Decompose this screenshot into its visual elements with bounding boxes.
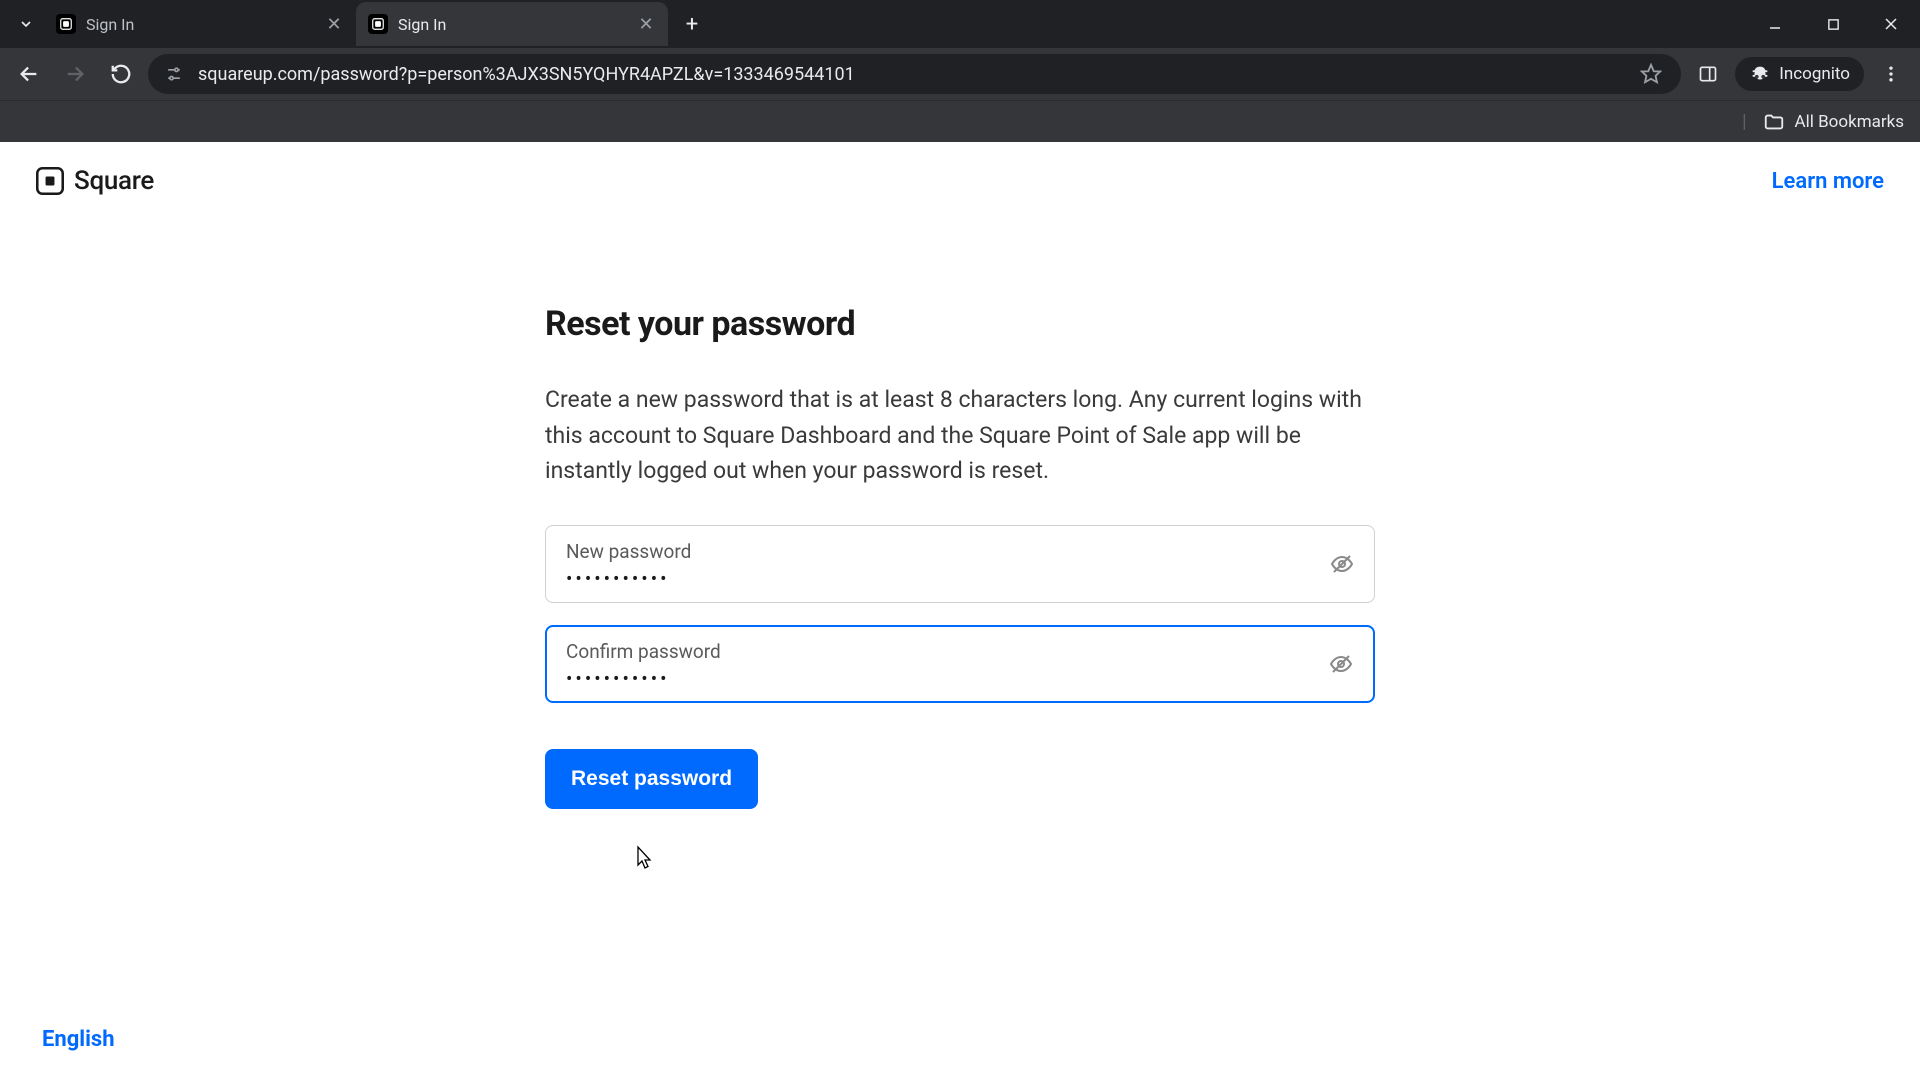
page-header: Square Learn more xyxy=(0,142,1920,214)
window-maximize-button[interactable] xyxy=(1804,0,1862,48)
tab-favicon-icon xyxy=(56,14,76,34)
browser-tab-active[interactable]: Sign In ✕ xyxy=(356,2,668,46)
show-password-icon[interactable] xyxy=(1328,550,1356,578)
reset-password-button[interactable]: Reset password xyxy=(545,749,758,809)
url-text: squareup.com/password?p=person%3AJX3SN5Y… xyxy=(198,64,1623,85)
tab-close-icon[interactable]: ✕ xyxy=(636,14,656,34)
site-settings-icon[interactable] xyxy=(164,64,184,84)
instruction-text: Create a new password that is at least 8… xyxy=(545,382,1375,489)
page-content: Square Learn more Reset your password Cr… xyxy=(0,142,1920,1080)
reset-password-form: Reset your password Create a new passwor… xyxy=(545,304,1375,809)
browser-chrome: Sign In ✕ Sign In ✕ + xyxy=(0,0,1920,142)
new-tab-button[interactable]: + xyxy=(674,6,710,42)
window-close-button[interactable] xyxy=(1862,0,1920,48)
tab-favicon-icon xyxy=(368,14,388,34)
tab-title: Sign In xyxy=(398,15,626,34)
cursor-icon xyxy=(631,845,655,873)
tab-close-icon[interactable]: ✕ xyxy=(324,14,344,34)
show-password-icon[interactable] xyxy=(1327,650,1355,678)
window-minimize-button[interactable] xyxy=(1746,0,1804,48)
new-password-input[interactable] xyxy=(566,567,1354,590)
side-panel-icon[interactable] xyxy=(1689,55,1727,93)
all-bookmarks-label: All Bookmarks xyxy=(1795,112,1904,132)
learn-more-link[interactable]: Learn more xyxy=(1772,169,1884,194)
bookmarks-separator: | xyxy=(1742,111,1746,132)
nav-forward-button[interactable] xyxy=(56,55,94,93)
bookmark-star-icon[interactable] xyxy=(1637,60,1665,88)
incognito-label: Incognito xyxy=(1779,64,1850,84)
browser-toolbar: squareup.com/password?p=person%3AJX3SN5Y… xyxy=(0,48,1920,100)
new-password-field[interactable]: New password xyxy=(545,525,1375,603)
browser-menu-icon[interactable] xyxy=(1872,55,1910,93)
address-bar[interactable]: squareup.com/password?p=person%3AJX3SN5Y… xyxy=(148,54,1681,94)
confirm-password-label: Confirm password xyxy=(566,640,1354,663)
all-bookmarks-button[interactable]: All Bookmarks xyxy=(1763,111,1904,133)
incognito-indicator[interactable]: Incognito xyxy=(1735,57,1864,91)
brand-name: Square xyxy=(74,166,154,196)
nav-reload-button[interactable] xyxy=(102,55,140,93)
tab-search-dropdown[interactable] xyxy=(8,6,44,42)
bookmarks-bar: | All Bookmarks xyxy=(0,100,1920,142)
tab-strip: Sign In ✕ Sign In ✕ + xyxy=(0,0,1920,48)
new-password-label: New password xyxy=(566,540,1354,563)
page-title: Reset your password xyxy=(545,304,1375,344)
nav-back-button[interactable] xyxy=(10,55,48,93)
square-logo-icon xyxy=(36,167,64,195)
confirm-password-input[interactable] xyxy=(566,667,1354,690)
language-selector[interactable]: English xyxy=(42,1027,115,1052)
browser-tab-inactive[interactable]: Sign In ✕ xyxy=(44,2,356,46)
window-controls xyxy=(1746,0,1920,48)
square-brand[interactable]: Square xyxy=(36,166,154,196)
tab-title: Sign In xyxy=(86,15,314,34)
confirm-password-field[interactable]: Confirm password xyxy=(545,625,1375,703)
